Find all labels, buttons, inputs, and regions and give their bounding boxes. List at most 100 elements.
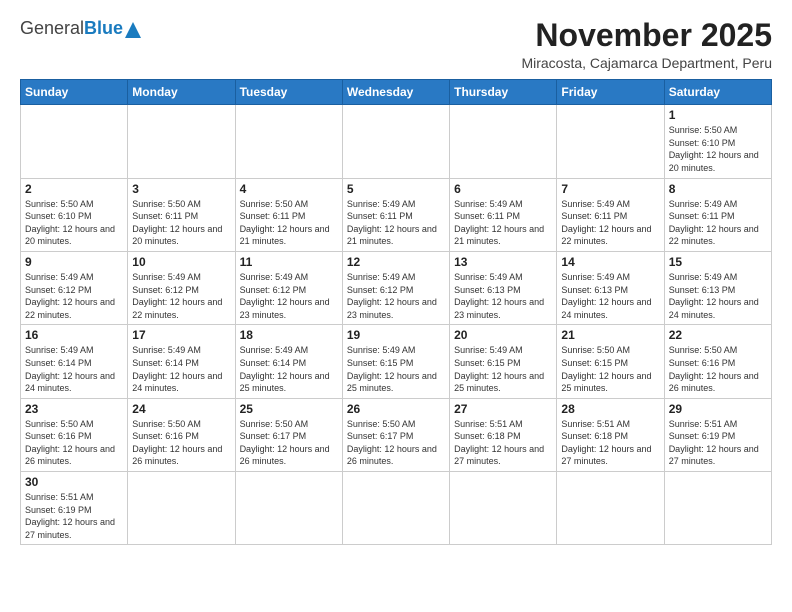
day-number: 27 (454, 402, 552, 416)
day-number: 21 (561, 328, 659, 342)
day-cell (128, 472, 235, 545)
week-row-4: 23Sunrise: 5:50 AM Sunset: 6:16 PM Dayli… (21, 398, 772, 471)
day-info: Sunrise: 5:50 AM Sunset: 6:16 PM Dayligh… (669, 344, 767, 394)
day-info: Sunrise: 5:50 AM Sunset: 6:17 PM Dayligh… (240, 418, 338, 468)
day-cell: 3 Sunrise: 5:50 AM Sunset: 6:11 PM Daylig… (128, 178, 235, 251)
day-number: 8 (669, 182, 767, 196)
week-row-3: 16Sunrise: 5:49 AM Sunset: 6:14 PM Dayli… (21, 325, 772, 398)
day-cell (342, 472, 449, 545)
day-info: Sunrise: 5:51 AM Sunset: 6:18 PM Dayligh… (454, 418, 552, 468)
day-cell: 19Sunrise: 5:49 AM Sunset: 6:15 PM Dayli… (342, 325, 449, 398)
day-info: Sunrise: 5:49 AM Sunset: 6:15 PM Dayligh… (454, 344, 552, 394)
day-cell: 13 Sunrise: 5:49 AM Sunset: 6:13 PM Dayli… (450, 251, 557, 324)
day-info: Sunrise: 5:50 AM Sunset: 6:15 PM Dayligh… (561, 344, 659, 394)
day-cell: 30 Sunrise: 5:51 AM Sunset: 6:19 PM Dayli… (21, 472, 128, 545)
day-cell (235, 105, 342, 178)
day-info: Sunrise: 5:49 AM Sunset: 6:14 PM Dayligh… (240, 344, 338, 394)
day-info: Sunrise: 5:50 AM Sunset: 6:17 PM Dayligh… (347, 418, 445, 468)
weekday-header-saturday: Saturday (664, 80, 771, 105)
day-number: 1 (669, 108, 767, 122)
day-info: Sunrise: 5:50 AM Sunset: 6:11 PM Dayligh… (240, 198, 338, 248)
week-row-5: 30 Sunrise: 5:51 AM Sunset: 6:19 PM Dayli… (21, 472, 772, 545)
day-cell: 14 Sunrise: 5:49 AM Sunset: 6:13 PM Dayli… (557, 251, 664, 324)
day-cell: 24Sunrise: 5:50 AM Sunset: 6:16 PM Dayli… (128, 398, 235, 471)
day-number: 4 (240, 182, 338, 196)
day-cell: 26 Sunrise: 5:50 AM Sunset: 6:17 PM Dayli… (342, 398, 449, 471)
day-info: Sunrise: 5:50 AM Sunset: 6:16 PM Dayligh… (25, 418, 123, 468)
day-number: 6 (454, 182, 552, 196)
month-title: November 2025 (521, 18, 772, 53)
day-info: Sunrise: 5:49 AM Sunset: 6:13 PM Dayligh… (454, 271, 552, 321)
day-info: Sunrise: 5:50 AM Sunset: 6:16 PM Dayligh… (132, 418, 230, 468)
week-row-0: 1 Sunrise: 5:50 AM Sunset: 6:10 PM Daylig… (21, 105, 772, 178)
day-number: 3 (132, 182, 230, 196)
day-info: Sunrise: 5:49 AM Sunset: 6:12 PM Dayligh… (347, 271, 445, 321)
day-info: Sunrise: 5:50 AM Sunset: 6:10 PM Dayligh… (669, 124, 767, 174)
weekday-header-wednesday: Wednesday (342, 80, 449, 105)
day-cell: 4 Sunrise: 5:50 AM Sunset: 6:11 PM Daylig… (235, 178, 342, 251)
day-info: Sunrise: 5:49 AM Sunset: 6:15 PM Dayligh… (347, 344, 445, 394)
day-number: 13 (454, 255, 552, 269)
day-info: Sunrise: 5:49 AM Sunset: 6:12 PM Dayligh… (240, 271, 338, 321)
logo-triangle-icon (125, 22, 141, 38)
day-cell: 18Sunrise: 5:49 AM Sunset: 6:14 PM Dayli… (235, 325, 342, 398)
day-number: 15 (669, 255, 767, 269)
calendar-table: SundayMondayTuesdayWednesdayThursdayFrid… (20, 79, 772, 545)
title-section: November 2025 Miracosta, Cajamarca Depar… (521, 18, 772, 71)
day-number: 20 (454, 328, 552, 342)
day-info: Sunrise: 5:49 AM Sunset: 6:12 PM Dayligh… (25, 271, 123, 321)
day-number: 11 (240, 255, 338, 269)
day-cell: 8 Sunrise: 5:49 AM Sunset: 6:11 PM Daylig… (664, 178, 771, 251)
day-cell: 16Sunrise: 5:49 AM Sunset: 6:14 PM Dayli… (21, 325, 128, 398)
day-number: 2 (25, 182, 123, 196)
day-number: 10 (132, 255, 230, 269)
day-number: 22 (669, 328, 767, 342)
day-cell: 6Sunrise: 5:49 AM Sunset: 6:11 PM Daylig… (450, 178, 557, 251)
day-cell: 23Sunrise: 5:50 AM Sunset: 6:16 PM Dayli… (21, 398, 128, 471)
week-row-2: 9 Sunrise: 5:49 AM Sunset: 6:12 PM Daylig… (21, 251, 772, 324)
calendar-page: General Blue November 2025 Miracosta, Ca… (0, 0, 792, 555)
weekday-header-sunday: Sunday (21, 80, 128, 105)
day-number: 17 (132, 328, 230, 342)
day-info: Sunrise: 5:49 AM Sunset: 6:11 PM Dayligh… (669, 198, 767, 248)
day-cell: 9 Sunrise: 5:49 AM Sunset: 6:12 PM Daylig… (21, 251, 128, 324)
day-info: Sunrise: 5:49 AM Sunset: 6:13 PM Dayligh… (561, 271, 659, 321)
day-info: Sunrise: 5:51 AM Sunset: 6:19 PM Dayligh… (669, 418, 767, 468)
day-info: Sunrise: 5:51 AM Sunset: 6:19 PM Dayligh… (25, 491, 123, 541)
day-info: Sunrise: 5:49 AM Sunset: 6:14 PM Dayligh… (132, 344, 230, 394)
day-cell (128, 105, 235, 178)
day-number: 9 (25, 255, 123, 269)
day-cell: 20 Sunrise: 5:49 AM Sunset: 6:15 PM Dayli… (450, 325, 557, 398)
day-cell: 17 Sunrise: 5:49 AM Sunset: 6:14 PM Dayli… (128, 325, 235, 398)
day-cell (450, 105, 557, 178)
header: General Blue November 2025 Miracosta, Ca… (20, 18, 772, 71)
day-number: 26 (347, 402, 445, 416)
day-cell: 27 Sunrise: 5:51 AM Sunset: 6:18 PM Dayli… (450, 398, 557, 471)
weekday-header-tuesday: Tuesday (235, 80, 342, 105)
day-cell: 2 Sunrise: 5:50 AM Sunset: 6:10 PM Daylig… (21, 178, 128, 251)
day-cell (450, 472, 557, 545)
day-number: 25 (240, 402, 338, 416)
day-info: Sunrise: 5:50 AM Sunset: 6:11 PM Dayligh… (132, 198, 230, 248)
day-info: Sunrise: 5:49 AM Sunset: 6:14 PM Dayligh… (25, 344, 123, 394)
day-number: 30 (25, 475, 123, 489)
day-cell: 15Sunrise: 5:49 AM Sunset: 6:13 PM Dayli… (664, 251, 771, 324)
day-number: 14 (561, 255, 659, 269)
day-cell: 7 Sunrise: 5:49 AM Sunset: 6:11 PM Daylig… (557, 178, 664, 251)
day-cell: 5Sunrise: 5:49 AM Sunset: 6:11 PM Daylig… (342, 178, 449, 251)
day-number: 7 (561, 182, 659, 196)
day-cell (557, 472, 664, 545)
weekday-header-friday: Friday (557, 80, 664, 105)
weekday-header-monday: Monday (128, 80, 235, 105)
day-cell (664, 472, 771, 545)
day-cell: 21 Sunrise: 5:50 AM Sunset: 6:15 PM Dayli… (557, 325, 664, 398)
day-number: 29 (669, 402, 767, 416)
day-info: Sunrise: 5:50 AM Sunset: 6:10 PM Dayligh… (25, 198, 123, 248)
day-info: Sunrise: 5:49 AM Sunset: 6:11 PM Dayligh… (561, 198, 659, 248)
day-cell (235, 472, 342, 545)
day-info: Sunrise: 5:49 AM Sunset: 6:11 PM Dayligh… (347, 198, 445, 248)
day-info: Sunrise: 5:51 AM Sunset: 6:18 PM Dayligh… (561, 418, 659, 468)
day-cell: 1 Sunrise: 5:50 AM Sunset: 6:10 PM Daylig… (664, 105, 771, 178)
day-cell: 28Sunrise: 5:51 AM Sunset: 6:18 PM Dayli… (557, 398, 664, 471)
day-cell: 11 Sunrise: 5:49 AM Sunset: 6:12 PM Dayli… (235, 251, 342, 324)
